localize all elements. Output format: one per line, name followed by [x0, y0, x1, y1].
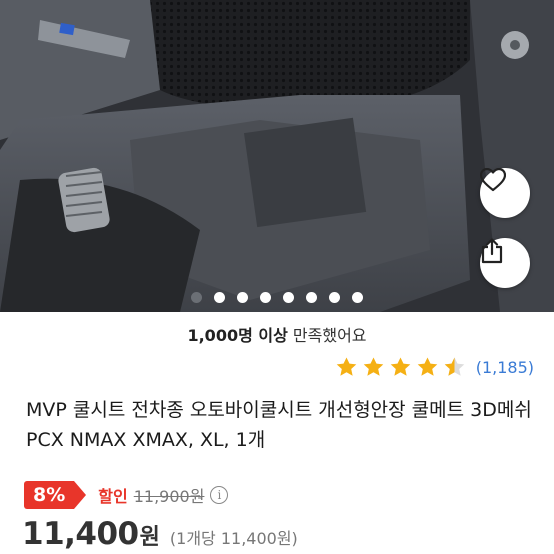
- carousel-dot[interactable]: [306, 292, 317, 303]
- carousel-dot[interactable]: [237, 292, 248, 303]
- carousel-dot[interactable]: [191, 292, 202, 303]
- discount-label: 할인: [98, 487, 128, 506]
- carousel-dot[interactable]: [260, 292, 271, 303]
- satisfaction-summary: 1,000명 이상 만족했어요: [0, 322, 554, 346]
- share-button[interactable]: [480, 238, 530, 288]
- product-title: MVP 쿨시트 전차종 오토바이쿨시트 개선형안장 쿨메트 3D메쉬 PCX N…: [26, 399, 532, 451]
- carousel-dot[interactable]: [214, 292, 225, 303]
- info-icon[interactable]: i: [210, 486, 229, 504]
- star-full-icon: [390, 357, 410, 376]
- star-full-icon: [336, 357, 356, 376]
- star-full-icon: [417, 357, 437, 376]
- scooter-seat-photo: [0, 0, 554, 312]
- original-price: 11,900원: [133, 487, 205, 506]
- discount-badge: 8%: [24, 481, 87, 509]
- share-icon: [481, 238, 503, 264]
- carousel-dot[interactable]: [283, 292, 294, 303]
- review-count-link[interactable]: (1,185): [476, 358, 534, 377]
- discount-row: 8% 할인 11,900원 i: [24, 481, 229, 509]
- unit-price: (1개당 11,400원): [169, 529, 298, 548]
- star-half-icon: [444, 357, 464, 376]
- product-image[interactable]: [0, 0, 554, 312]
- rating-summary[interactable]: (1,185): [335, 356, 534, 379]
- carousel-indicator: [0, 292, 554, 303]
- like-button[interactable]: [480, 168, 530, 218]
- star-full-icon: [363, 357, 383, 376]
- currency-label: 원: [139, 525, 160, 550]
- carousel-dot[interactable]: [352, 292, 363, 303]
- satisfied-count: 1,000명 이상: [187, 326, 288, 345]
- satisfied-suffix: 만족했어요: [292, 326, 367, 345]
- heart-icon: [480, 168, 506, 192]
- carousel-dot[interactable]: [329, 292, 340, 303]
- sale-price: 11,400: [22, 516, 139, 552]
- price-row: 11,400 원 (1개당 11,400원): [22, 516, 298, 552]
